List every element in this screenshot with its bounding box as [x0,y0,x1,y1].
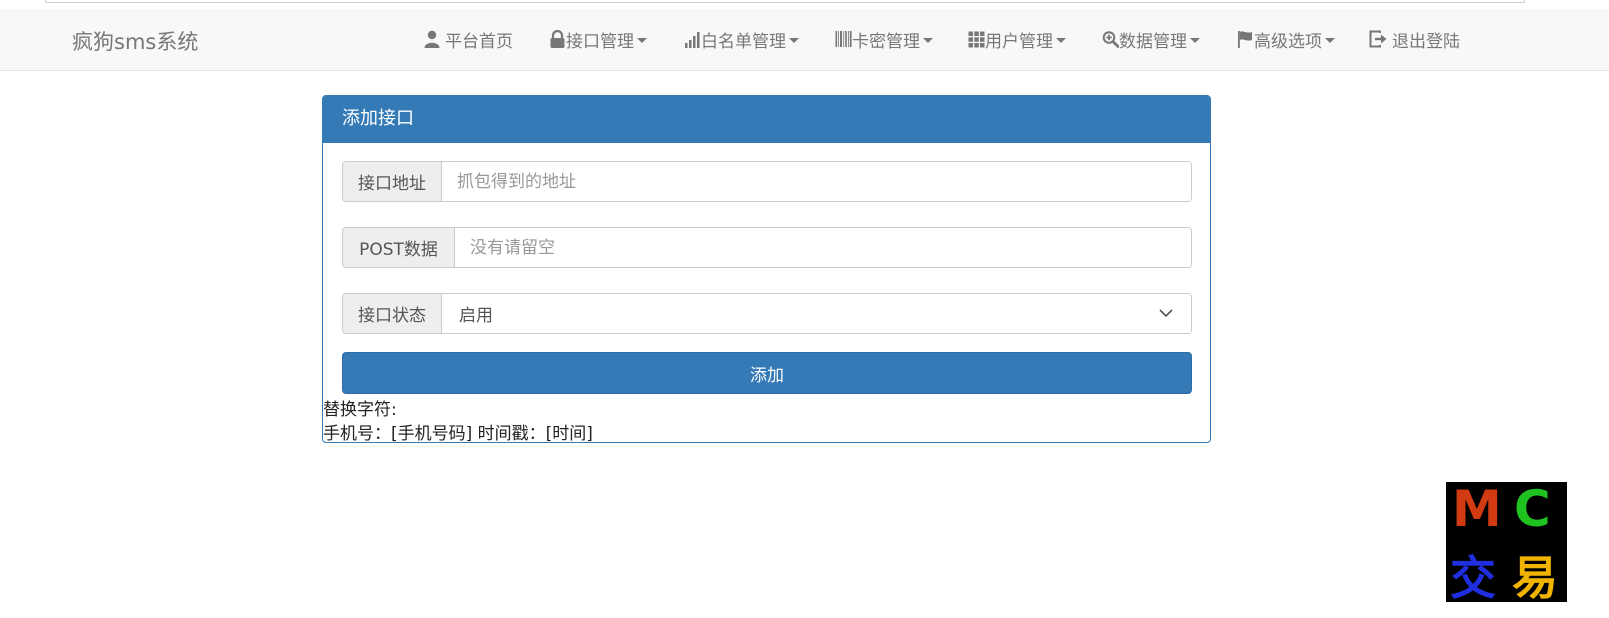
brand-title[interactable]: 疯狗sms系统 [72,26,198,56]
nav-item-user-management[interactable]: 用户管理 [968,28,1066,52]
api-status-label: 接口状态 [343,294,442,333]
browser-top-strip [0,0,1609,9]
api-status-group: 接口状态 启用 [342,293,1192,334]
api-url-group: 接口地址 [342,161,1192,202]
nav-label-card-management: 卡密管理 [852,31,920,52]
add-button[interactable]: 添加 [342,352,1192,394]
post-data-group: POST数据 [342,227,1192,268]
nav-item-api-management[interactable]: 接口管理 [549,28,647,52]
api-status-selected: 启用 [459,306,493,326]
caret-down-icon [1056,37,1066,43]
watermark-logo: M C 交 易 [1446,480,1567,605]
chevron-down-icon [1159,309,1173,318]
nav-label-advanced-options: 高级选项 [1254,31,1322,52]
nav-item-advanced-options[interactable]: 高级选项 [1237,28,1335,52]
nav-item-logout[interactable]: 退出登陆 [1369,28,1460,52]
lock-icon [550,30,565,48]
nav-label-logout: 退出登陆 [1392,31,1460,52]
log-out-icon [1369,30,1387,48]
barcode-icon [835,31,852,47]
api-url-input[interactable] [442,162,1191,201]
replace-chars-title: 替换字符: [323,400,397,420]
user-icon [424,30,440,48]
nav-label-home: 平台首页 [445,31,513,52]
caret-down-icon [1325,37,1335,43]
watermark-letter-m: M [1452,480,1502,538]
nav-item-card-management[interactable]: 卡密管理 [835,28,933,52]
add-api-panel: 添加接口 接口地址 POST数据 接口状态 启用 添加 替换字符: 手机号：[手… [322,95,1211,444]
address-bar-edge [45,0,1525,3]
replace-chars-line: 手机号：[手机号码] 时间戳：[时间] [323,424,593,444]
grid-icon [968,31,985,48]
caret-down-icon [1190,37,1200,43]
caret-down-icon [923,37,933,43]
nav-label-data-management: 数据管理 [1119,31,1187,52]
nav-item-data-management[interactable]: 数据管理 [1102,28,1200,52]
post-data-label: POST数据 [343,228,455,267]
caret-down-icon [637,37,647,43]
post-data-input[interactable] [455,228,1191,267]
top-navbar: 疯狗sms系统 平台首页 接口管理 白名单管理 卡密管理 用户管理 数据管理 高… [0,9,1609,71]
api-url-label: 接口地址 [343,162,442,201]
panel-title: 添加接口 [323,96,1210,143]
flag-icon [1238,31,1252,48]
nav-label-whitelist: 白名单管理 [701,31,786,52]
nav-label-api-management: 接口管理 [566,31,634,52]
zoom-in-icon [1102,31,1119,48]
caret-down-icon [789,37,799,43]
nav-item-home[interactable]: 平台首页 [423,28,513,52]
nav-item-whitelist[interactable]: 白名单管理 [684,28,799,52]
signal-icon [685,32,700,48]
watermark-letter-c: C [1514,480,1551,538]
watermark-char-yi: 易 [1512,551,1558,605]
watermark-char-jiao: 交 [1450,551,1496,605]
api-status-select[interactable]: 启用 [442,294,1191,333]
nav-label-user-management: 用户管理 [985,31,1053,52]
